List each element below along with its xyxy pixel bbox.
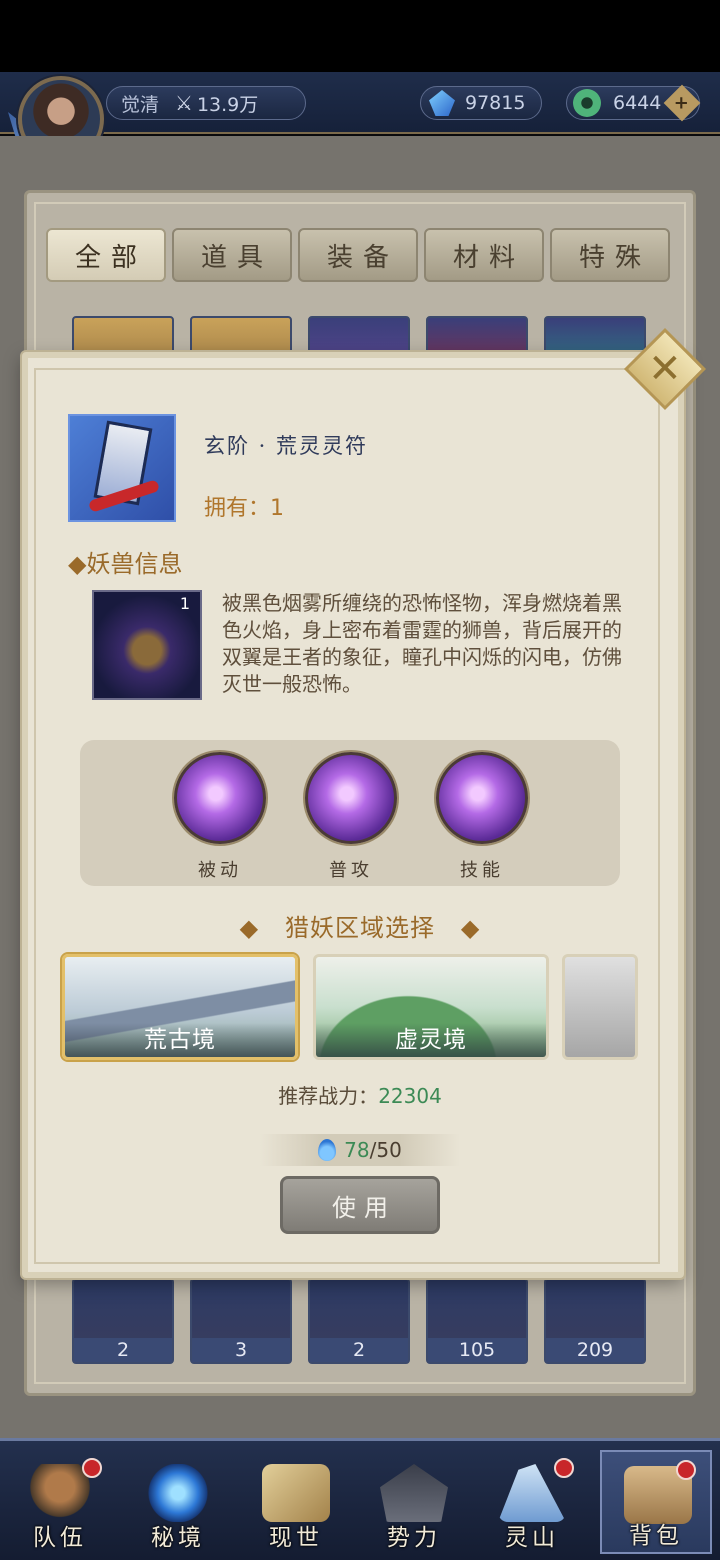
tab-all[interactable]: 全部 [46,228,166,282]
talisman-item-icon [68,414,176,522]
spirit-drop-icon [318,1139,337,1161]
jade-icon [573,89,601,117]
nav-present-world[interactable]: 现世 [240,1450,352,1554]
energy-current: 78 [344,1138,370,1162]
energy-cost: 78/50 [260,1134,460,1166]
recommended-power-label: 推荐战力： [278,1084,379,1108]
tab-props[interactable]: 道具 [172,228,292,282]
nav-backpack[interactable]: 背包 [600,1450,712,1554]
tab-equipment[interactable]: 装备 [298,228,418,282]
vortex-icon [144,1464,212,1522]
notification-dot [676,1460,696,1480]
gem-icon [429,90,455,116]
item-count: 2 [310,1338,408,1362]
status-bar [0,0,720,72]
bag-slot[interactable]: 2 [72,1278,174,1364]
bag-slot[interactable]: 3 [190,1278,292,1364]
nav-faction[interactable]: 势力 [358,1450,470,1554]
skill-label-passive: 被动 [198,860,242,881]
region-name: 荒古境 [65,1023,295,1057]
player-info: 觉清 ⚔ 13.9万 [106,86,306,120]
tab-materials[interactable]: 材料 [424,228,544,282]
notification-dot [554,1458,574,1478]
combat-power-icon: ⚔ [175,91,193,115]
beast-portrait[interactable]: 1 [92,590,202,700]
nav-spirit-mountain[interactable]: 灵山 [476,1450,588,1554]
region-card-spirit[interactable]: 虚灵境 [313,954,549,1060]
recommended-power: 推荐战力：22304 [0,1080,720,1109]
nav-label: 灵山 [505,1525,559,1551]
tab-special[interactable]: 特殊 [550,228,670,282]
nav-label: 现世 [269,1525,323,1551]
item-count: 105 [428,1338,526,1362]
player-name: 觉清 [121,93,160,116]
skill-label-active: 技能 [460,860,504,881]
beast-description: 被黑色烟雾所缠绕的恐怖怪物，浑身燃烧着黑色火焰，身上密布着雷霆的狮兽，背后展开的… [222,591,622,696]
beast-count: 1 [179,594,190,613]
gem-amount: 97815 [465,92,526,114]
close-icon: ✕ [648,345,682,392]
nav-team[interactable]: 队伍 [4,1450,116,1554]
energy-max: /50 [369,1138,402,1162]
nav-label: 背包 [629,1523,683,1549]
use-button[interactable]: 使用 [280,1176,440,1234]
beast-info-heading: ◆妖兽信息 [68,550,183,578]
bag-slot[interactable]: 105 [426,1278,528,1364]
item-count: 209 [546,1338,644,1362]
jade-currency[interactable]: 6444 + [566,84,701,122]
nav-secret-realm[interactable]: 秘境 [122,1450,234,1554]
region-card-ancient[interactable]: 荒古境 [62,954,298,1060]
region-landscape [565,957,635,1057]
active-skill-icon[interactable] [436,752,528,844]
basic-attack-skill-icon[interactable] [305,752,397,844]
item-name: 玄阶 · 荒灵灵符 [204,434,369,458]
region-name: 虚灵境 [316,1023,546,1057]
item-count: 2 [74,1338,172,1362]
passive-skill-icon[interactable] [174,752,266,844]
bag-slot[interactable]: 209 [544,1278,646,1364]
combat-power-value: 13.9万 [196,93,259,116]
skill-label-basic: 普攻 [329,860,373,881]
hunt-region-heading: ◆ 猎妖区域选择 ◆ [239,914,481,942]
item-count: 3 [192,1338,290,1362]
notification-dot [82,1458,102,1478]
nav-label: 秘境 [151,1525,205,1551]
pagoda-icon [380,1464,448,1522]
item-owned-count: 拥有：1 [204,496,284,521]
nav-label: 势力 [387,1525,441,1551]
jade-amount: 6444 [613,92,662,114]
recommended-power-value: 22304 [378,1084,442,1108]
nav-label: 队伍 [33,1525,87,1551]
region-card-locked[interactable] [562,954,638,1060]
gem-currency[interactable]: 97815 [420,86,542,120]
bag-slot[interactable]: 2 [308,1278,410,1364]
scroll-icon [262,1464,330,1522]
